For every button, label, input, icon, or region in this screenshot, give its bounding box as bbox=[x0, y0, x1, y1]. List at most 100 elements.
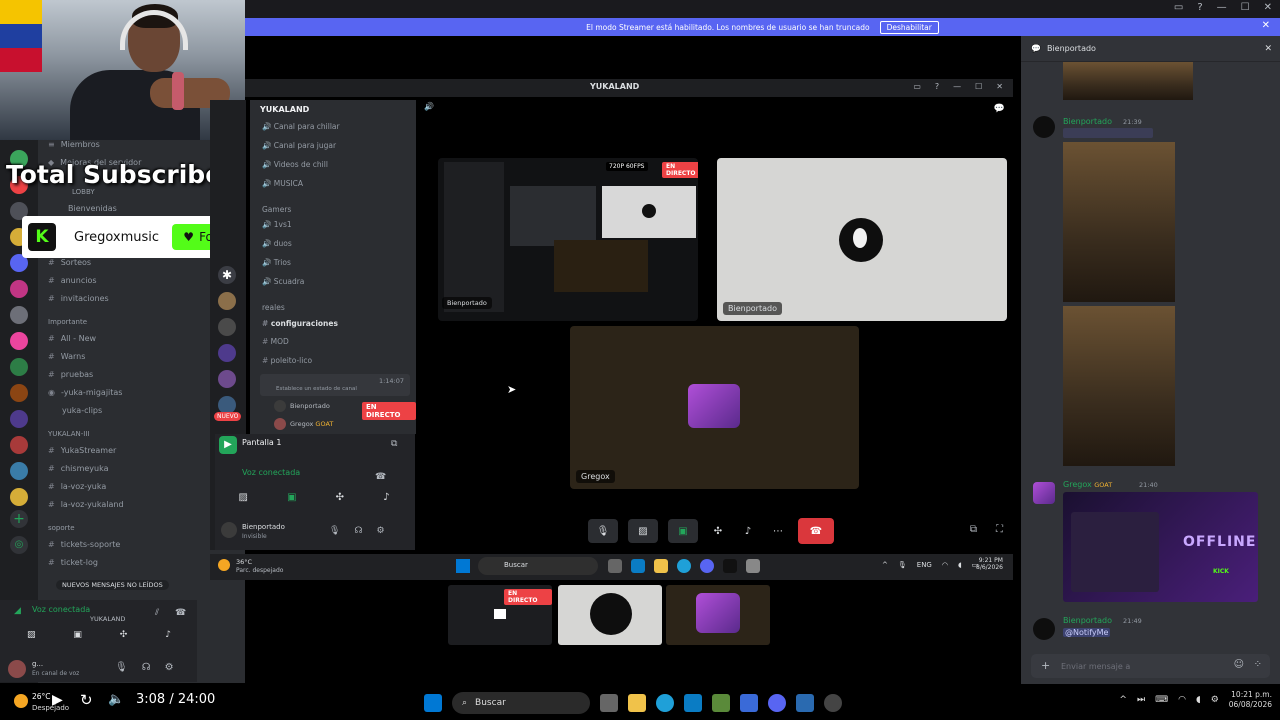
participant-tile[interactable]: Bienportado bbox=[717, 158, 1007, 321]
activities-icon[interactable]: ✣ bbox=[120, 630, 128, 644]
server-icon[interactable] bbox=[10, 358, 28, 376]
soundboard-icon[interactable]: ♪ bbox=[165, 630, 171, 644]
channel-migajitas[interactable]: ◉ -yuka-migajitas bbox=[48, 388, 122, 397]
avatar[interactable] bbox=[1033, 482, 1055, 504]
help-icon[interactable]: ? bbox=[935, 82, 939, 91]
windows-start-icon[interactable] bbox=[456, 559, 470, 573]
member-gregox[interactable]: Gregox GOAT bbox=[290, 420, 333, 428]
app-icon[interactable] bbox=[740, 694, 758, 712]
apps-icon[interactable]: ⁘ bbox=[1254, 659, 1262, 670]
wifi-icon[interactable]: ◠ bbox=[1178, 695, 1186, 705]
server-icon[interactable] bbox=[10, 410, 28, 428]
message-mention[interactable]: @NotifyMe bbox=[1063, 628, 1111, 637]
language[interactable]: ENG bbox=[917, 561, 932, 569]
os-clock[interactable]: 10:21 p.m. 06/08/2026 bbox=[1229, 690, 1272, 710]
maximize-icon[interactable]: ☐ bbox=[1241, 2, 1250, 13]
stream-tile[interactable]: 720P 60FPS EN DIRECTO Bienportado bbox=[438, 158, 698, 321]
soundboard-icon[interactable]: ♪ bbox=[383, 492, 389, 503]
channel-scuadra[interactable]: 🔊 Scuadra bbox=[262, 277, 304, 286]
server-icon[interactable] bbox=[218, 292, 236, 310]
server-icon[interactable] bbox=[10, 384, 28, 402]
server-icon[interactable] bbox=[10, 332, 28, 350]
minimize-icon[interactable]: — bbox=[1217, 2, 1227, 13]
popout-icon[interactable]: ⧉ bbox=[391, 439, 397, 449]
new-messages-pill[interactable]: NUEVOS MENSAJES NO LEÍDOS bbox=[56, 580, 169, 590]
channel-members[interactable]: ≡ Miembros bbox=[48, 140, 100, 149]
participant-tile[interactable]: Gregox bbox=[570, 326, 859, 489]
search-box[interactable]: Buscar bbox=[478, 557, 598, 575]
camera-off-icon[interactable]: ▨ bbox=[27, 630, 36, 644]
channel-configuraciones[interactable]: # configuraciones bbox=[262, 319, 338, 328]
mic-icon[interactable]: 🎙 bbox=[898, 561, 907, 569]
share-screen-icon[interactable]: ▣ bbox=[287, 492, 296, 503]
volume-icon[interactable]: ◖ bbox=[1196, 695, 1201, 705]
server-icon[interactable] bbox=[10, 306, 28, 324]
chat-image[interactable] bbox=[1063, 62, 1193, 100]
replay-icon[interactable]: ↻ bbox=[80, 691, 93, 709]
disconnect-icon[interactable]: ☎ bbox=[375, 472, 386, 482]
filmstrip-tile[interactable] bbox=[666, 585, 770, 645]
inner-server-name[interactable]: YUKALAND bbox=[260, 105, 309, 114]
message-author[interactable]: Gregox GOAT bbox=[1063, 480, 1112, 489]
category-gamers[interactable]: Gamers bbox=[262, 205, 291, 214]
settings-icon[interactable]: ⚙ bbox=[165, 662, 174, 673]
message-author[interactable]: Bienportado bbox=[1063, 616, 1112, 625]
channel-yukastreamer[interactable]: # YukaStreamer bbox=[48, 446, 116, 455]
discord-icon[interactable] bbox=[768, 694, 786, 712]
channel-invites[interactable]: # invitaciones bbox=[48, 294, 109, 303]
avatar[interactable] bbox=[1033, 618, 1055, 640]
server-icon[interactable] bbox=[218, 370, 236, 388]
activities-button[interactable]: ✣ bbox=[708, 519, 728, 543]
active-voice-channel[interactable]: 1:14:07 Establece un estado de canal bbox=[260, 374, 410, 396]
server-icon[interactable]: ✱ bbox=[218, 266, 236, 284]
soundboard-button[interactable]: ♪ bbox=[738, 519, 758, 543]
settings-icon[interactable]: ⚙ bbox=[1211, 695, 1219, 705]
channel-1vs1[interactable]: 🔊 1vs1 bbox=[262, 220, 292, 229]
chat-bubble-icon[interactable]: 💬 bbox=[994, 104, 1005, 114]
help-icon[interactable]: ? bbox=[1197, 2, 1202, 13]
noise-icon[interactable]: ⫽ bbox=[155, 608, 159, 618]
settings-icon[interactable]: ⚙ bbox=[376, 526, 384, 536]
os-search-box[interactable]: ⌕ Buscar bbox=[452, 692, 590, 714]
channel-tickets-soporte[interactable]: # tickets-soporte bbox=[48, 540, 120, 549]
popout-icon[interactable]: ⧉ bbox=[970, 524, 977, 535]
headset-icon[interactable]: ☊ bbox=[354, 526, 362, 536]
category-important[interactable]: Importante bbox=[48, 318, 87, 326]
disconnect-icon[interactable]: ☎ bbox=[175, 608, 186, 618]
disable-streamer-button[interactable]: Deshabilitar bbox=[879, 20, 939, 34]
channel-chillar[interactable]: 🔊 Canal para chillar bbox=[262, 122, 340, 131]
camera-off-icon[interactable]: ▨ bbox=[239, 492, 248, 503]
app-icon[interactable] bbox=[746, 559, 760, 573]
close-icon[interactable]: ✕ bbox=[1262, 20, 1270, 31]
share-screen-button[interactable]: ▣ bbox=[668, 519, 698, 543]
channel-jugar[interactable]: 🔊 Canal para jugar bbox=[262, 141, 336, 150]
server-icon[interactable] bbox=[218, 318, 236, 336]
channel-pruebas[interactable]: # pruebas bbox=[48, 370, 93, 379]
terminal-icon[interactable] bbox=[723, 559, 737, 573]
channel-poleito-lico[interactable]: # poleito-lico bbox=[262, 356, 312, 365]
volume-icon[interactable]: ◖ bbox=[958, 561, 962, 569]
app-icon[interactable] bbox=[796, 694, 814, 712]
close-icon[interactable]: ✕ bbox=[996, 82, 1003, 91]
server-icon[interactable] bbox=[10, 280, 28, 298]
leave-call-button[interactable]: ☎ bbox=[798, 518, 834, 544]
category-reales[interactable]: reales bbox=[262, 303, 285, 312]
taskview-icon[interactable] bbox=[608, 559, 622, 573]
channel-la-voz-yuka[interactable]: # la-voz-yuka bbox=[48, 482, 106, 491]
minecraft-icon[interactable] bbox=[712, 694, 730, 712]
filmstrip-tile[interactable]: EN DIRECTO bbox=[448, 585, 552, 645]
channel-trios[interactable]: 🔊 Trios bbox=[262, 258, 291, 267]
inbox-icon[interactable]: ▭ bbox=[1174, 2, 1183, 13]
chevron-up-icon[interactable]: ^ bbox=[882, 561, 888, 569]
add-attachment-icon[interactable]: + bbox=[1041, 659, 1050, 672]
minimize-icon[interactable]: — bbox=[953, 82, 961, 91]
taskview-icon[interactable] bbox=[600, 694, 618, 712]
channel-yuka-clips[interactable]: yuka-clips bbox=[62, 406, 102, 415]
chat-image[interactable] bbox=[1063, 306, 1175, 466]
channel-videos[interactable]: 🔊 Videos de chill bbox=[262, 160, 328, 169]
avatar[interactable] bbox=[8, 660, 26, 678]
message-mention[interactable] bbox=[1063, 128, 1153, 138]
server-icon[interactable] bbox=[10, 436, 28, 454]
category-soporte[interactable]: soporte bbox=[48, 524, 75, 532]
edge-icon[interactable] bbox=[656, 694, 674, 712]
